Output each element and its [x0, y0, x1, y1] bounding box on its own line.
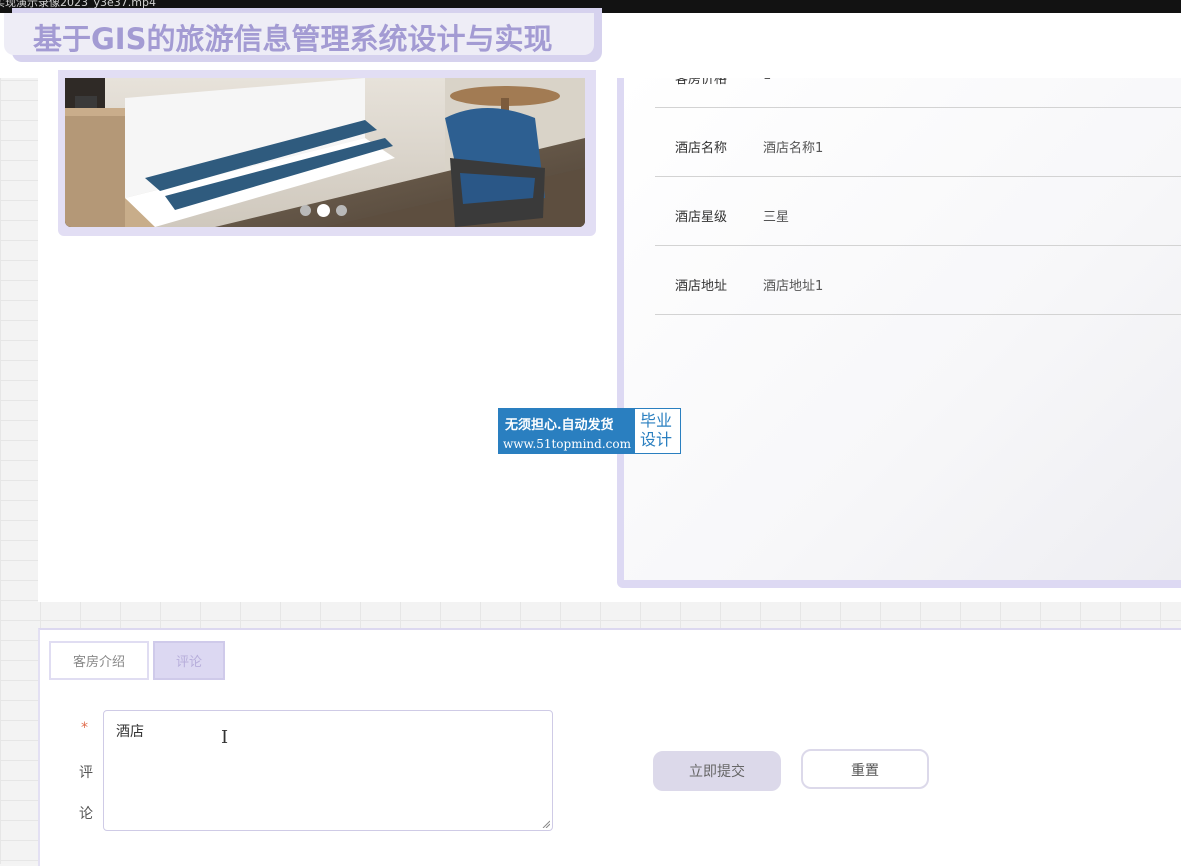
watermark-right: 毕业 设计 — [640, 411, 676, 449]
info-value: 酒店地址1 — [763, 279, 824, 294]
watermark-line1: 无须担心.自动发货 — [505, 418, 614, 433]
info-row-stars: 酒店星级 三星 — [655, 176, 1181, 246]
watermark-left: 无须担心.自动发货 www.51topmind.com — [499, 409, 635, 453]
comment-text: 酒店 — [116, 724, 144, 740]
resize-grip-icon[interactable] — [542, 820, 550, 828]
header-bar-right — [604, 13, 1181, 78]
info-row-address: 酒店地址 酒店地址1 — [655, 245, 1181, 315]
watermark-side1: 毕业 — [640, 411, 673, 430]
info-label: 酒店星级 — [675, 210, 728, 225]
text-cursor-icon: I — [221, 727, 229, 748]
info-value: 酒店名称1 — [763, 141, 824, 156]
watermark-line2: www.51topmind.com — [503, 437, 631, 451]
reset-button[interactable]: 重置 — [801, 749, 929, 789]
carousel-dots — [300, 204, 347, 217]
info-row-name: 酒店名称 酒店名称1 — [655, 107, 1181, 177]
tab-room-intro[interactable]: 客房介绍 — [49, 641, 149, 680]
info-label: 酒店地址 — [675, 279, 728, 294]
carousel-dot-active[interactable] — [317, 204, 330, 217]
submit-button[interactable]: 立即提交 — [653, 751, 781, 791]
comment-label-char: 论 — [79, 806, 93, 822]
watermark-badge: 无须担心.自动发货 www.51topmind.com 毕业 设计 — [498, 408, 681, 454]
info-label: 酒店名称 — [675, 141, 728, 156]
tab-comment[interactable]: 评论 — [153, 641, 225, 680]
comment-label-char: 评 — [79, 765, 93, 781]
carousel-dot[interactable] — [336, 205, 347, 216]
info-value: 三星 — [763, 210, 790, 225]
carousel-dot[interactable] — [300, 205, 311, 216]
required-mark: * — [81, 720, 88, 736]
watermark-side2: 设计 — [640, 430, 673, 449]
comment-textarea[interactable]: 酒店 — [103, 710, 553, 831]
site-title: 基于GIS的旅游信息管理系统设计与实现 — [33, 22, 553, 56]
